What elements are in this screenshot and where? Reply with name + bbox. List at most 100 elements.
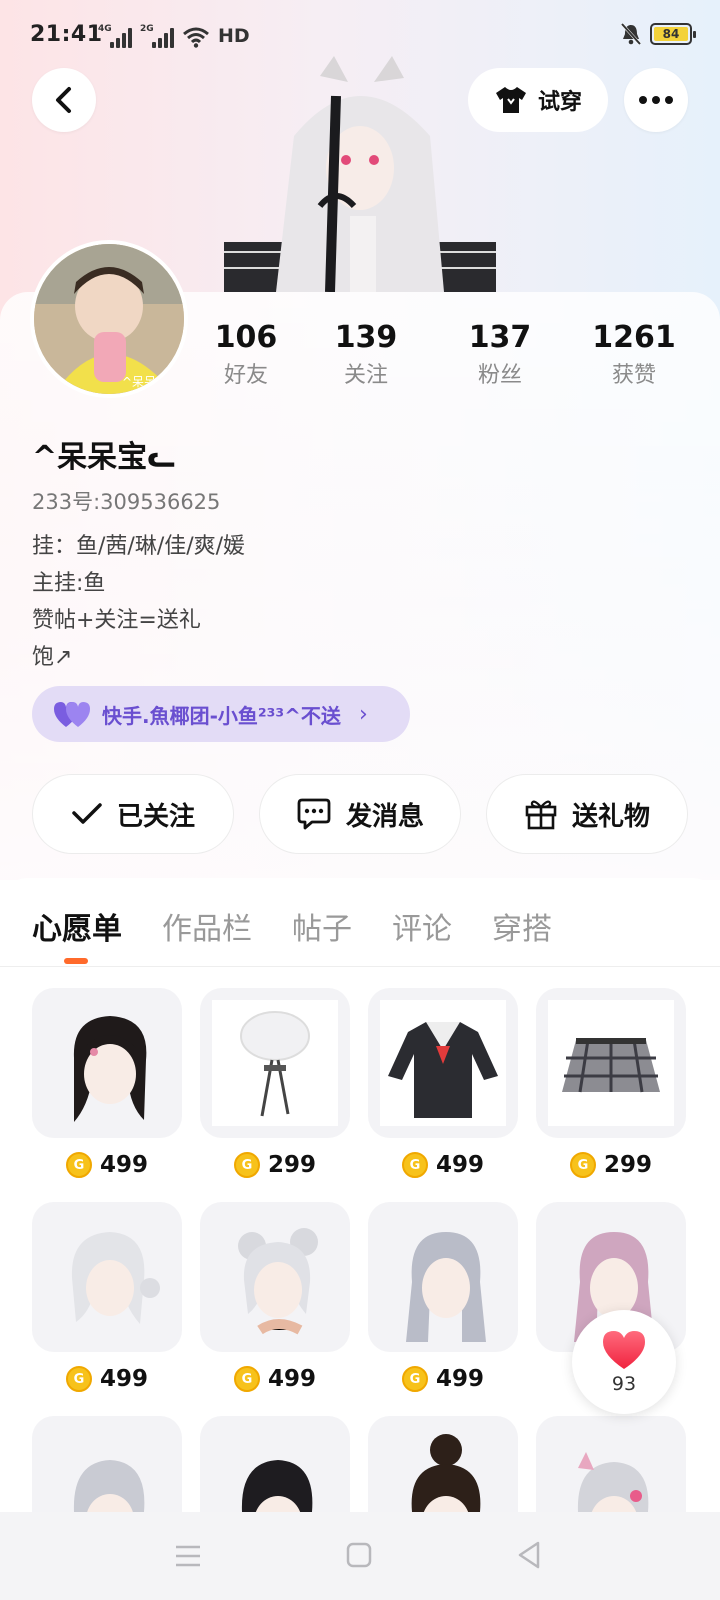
- profile-id: 233号:309536625: [32, 490, 221, 514]
- white-beret-item-icon: [200, 988, 350, 1138]
- price-row: G 499: [368, 1150, 518, 1180]
- tab-posts[interactable]: 帖子: [292, 904, 352, 948]
- coin-icon: G: [65, 1152, 92, 1178]
- mute-bell-icon: [620, 22, 642, 46]
- coin-icon: G: [233, 1366, 260, 1392]
- price-row: G 299: [200, 1150, 350, 1180]
- wifi-icon: [183, 27, 209, 48]
- like-button[interactable]: 93: [572, 1310, 676, 1414]
- wishlist-item[interactable]: G 499: [32, 988, 182, 1180]
- tab-divider: [0, 966, 720, 967]
- profile-avatar[interactable]: ^呆呆: [30, 240, 188, 398]
- more-dots-icon: [639, 96, 673, 104]
- price-value: 299: [603, 1152, 652, 1178]
- coin-icon: G: [569, 1152, 596, 1178]
- chevron-left-icon: [56, 87, 71, 113]
- profile-bio: 挂：鱼/茜/琳/佳/爽/媛 主挂:鱼 赞帖+关注=送礼 饱↗: [32, 528, 245, 676]
- chat-bubble-icon: [297, 798, 331, 830]
- tab-outfits[interactable]: 穿搭: [492, 904, 552, 948]
- battery-icon: 84: [650, 23, 696, 45]
- battery-level: 84: [654, 27, 688, 41]
- plaid-skirt-item-icon: [536, 988, 686, 1138]
- bio-line: 赞帖+关注=送礼: [32, 608, 201, 633]
- long-silver-hair-item-icon: [368, 1202, 518, 1352]
- stat-following-label: 关注: [343, 363, 388, 388]
- status-time: 21:41: [30, 22, 103, 47]
- tab-wishlist[interactable]: 心愿单: [32, 904, 122, 948]
- cell-signal-2-icon: 2G: [140, 24, 174, 48]
- coin-icon: G: [233, 1152, 260, 1178]
- stat-friends-value: 106: [214, 320, 278, 355]
- stat-following-value: 139: [334, 320, 398, 355]
- price-row: G 499: [200, 1364, 350, 1394]
- send-gift-label: 送礼物: [571, 801, 650, 832]
- tab-works[interactable]: 作品栏: [162, 904, 252, 948]
- bio-line: 挂：鱼/茜/琳/佳/爽/媛: [32, 534, 246, 559]
- price-row: G 299: [536, 1150, 686, 1180]
- avatar-character-banner: [224, 56, 496, 292]
- followed-label: 已关注: [116, 801, 195, 832]
- price-value: 499: [99, 1366, 148, 1392]
- price-row: G 499: [32, 1364, 182, 1394]
- stat-following[interactable]: 139 关注: [306, 318, 426, 394]
- price-value: 499: [99, 1152, 148, 1178]
- group-name: 快手.魚椰团-小鱼²³³^不送: [102, 703, 341, 728]
- wishlist-item[interactable]: G 299: [200, 988, 350, 1180]
- stat-fans-value: 137: [468, 320, 532, 355]
- stat-fans-label: 粉丝: [477, 363, 522, 388]
- silver-hair-bun-item-icon: [32, 1202, 182, 1352]
- wishlist-item[interactable]: G 499: [368, 1202, 518, 1394]
- price-value: 299: [267, 1152, 316, 1178]
- wishlist-item[interactable]: G 499: [200, 1202, 350, 1394]
- message-button[interactable]: 发消息: [259, 774, 461, 854]
- menu-icon[interactable]: [174, 1544, 202, 1568]
- followed-button[interactable]: 已关注: [32, 774, 234, 854]
- wishlist-item[interactable]: G 499: [368, 988, 518, 1180]
- tab-indicator: [64, 958, 88, 964]
- price-value: 499: [435, 1366, 484, 1392]
- wishlist-item[interactable]: G 499: [32, 1202, 182, 1394]
- stat-friends[interactable]: 106 好友: [186, 318, 306, 394]
- back-nav-icon[interactable]: [516, 1540, 542, 1570]
- coin-icon: G: [401, 1366, 428, 1392]
- bio-line: 饱↗: [32, 645, 73, 670]
- wishlist-item[interactable]: G 299: [536, 988, 686, 1180]
- profile-name: ^呆呆宝ᓚ: [32, 440, 176, 475]
- tab-comments[interactable]: 评论: [392, 904, 452, 948]
- sailor-jacket-item-icon: [368, 988, 518, 1138]
- gift-icon: [525, 800, 557, 830]
- stat-likes-label: 获赞: [611, 363, 656, 388]
- price-row: G 499: [368, 1364, 518, 1394]
- price-row: G 499: [32, 1150, 182, 1180]
- hd-indicator: HD: [218, 25, 250, 47]
- black-hair-item-icon: [32, 988, 182, 1138]
- check-icon: [72, 803, 102, 824]
- status-icons: 4G 2G HD: [98, 24, 250, 48]
- try-on-button[interactable]: 试穿: [468, 68, 608, 132]
- bio-line: 主挂:鱼: [32, 571, 106, 596]
- price-value: 499: [435, 1152, 484, 1178]
- stats-row: 106 好友 139 关注 137 粉丝 1261 获赞: [200, 318, 700, 398]
- stat-fans[interactable]: 137 粉丝: [440, 318, 560, 394]
- back-button[interactable]: [32, 68, 96, 132]
- group-badge[interactable]: 快手.魚椰团-小鱼²³³^不送 ›: [32, 686, 410, 742]
- send-gift-button[interactable]: 送礼物: [486, 774, 688, 854]
- price-value: 499: [267, 1366, 316, 1392]
- heart-icon: [603, 1331, 645, 1369]
- more-button[interactable]: [624, 68, 688, 132]
- system-navigation-bar: [0, 1512, 720, 1600]
- coin-icon: G: [65, 1366, 92, 1392]
- try-on-label: 试穿: [537, 90, 582, 115]
- tshirt-icon: [495, 87, 526, 113]
- coin-icon: G: [401, 1152, 428, 1178]
- cell-signal-icon: 4G: [98, 24, 132, 48]
- home-icon[interactable]: [346, 1542, 372, 1568]
- message-label: 发消息: [345, 801, 424, 832]
- silver-space-buns-item-icon: [200, 1202, 350, 1352]
- chevron-right-icon: ›: [358, 701, 368, 727]
- stat-friends-label: 好友: [223, 363, 268, 388]
- like-count: 93: [611, 1373, 637, 1395]
- heart-group-icon: [54, 702, 90, 727]
- stat-likes[interactable]: 1261 获赞: [574, 318, 694, 394]
- stat-likes-value: 1261: [592, 320, 676, 355]
